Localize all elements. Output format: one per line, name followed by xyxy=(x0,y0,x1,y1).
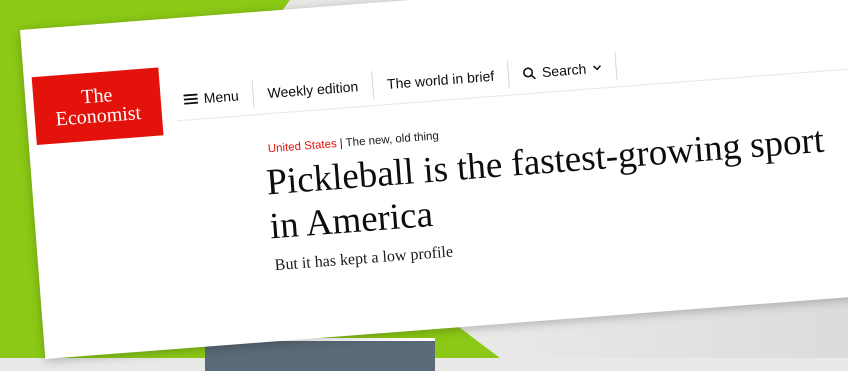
menu-label: Menu xyxy=(203,87,240,107)
rubric: The new, old thing xyxy=(345,130,440,150)
search-button[interactable]: Search xyxy=(508,52,618,89)
printed-page: The Economist Menu Weekly edition The wo… xyxy=(20,0,848,360)
article-subheadline: But it has kept a low profile xyxy=(274,243,454,275)
top-navigation: Menu Weekly edition The world in brief S… xyxy=(174,28,848,122)
logo-line-2: Economist xyxy=(54,101,142,131)
search-label: Search xyxy=(541,60,587,81)
hamburger-icon xyxy=(183,93,199,106)
world-in-brief-label: The world in brief xyxy=(386,67,495,92)
weekly-edition-label: Weekly edition xyxy=(266,78,359,102)
kicker-separator: | xyxy=(339,137,344,150)
section-link[interactable]: United States xyxy=(267,138,337,155)
weekly-edition-link[interactable]: Weekly edition xyxy=(252,71,375,109)
menu-button[interactable]: Menu xyxy=(174,80,255,115)
world-in-brief-link[interactable]: The world in brief xyxy=(372,60,511,100)
economist-logo[interactable]: The Economist xyxy=(31,67,164,146)
search-icon xyxy=(523,66,537,80)
chevron-down-icon xyxy=(592,65,601,72)
